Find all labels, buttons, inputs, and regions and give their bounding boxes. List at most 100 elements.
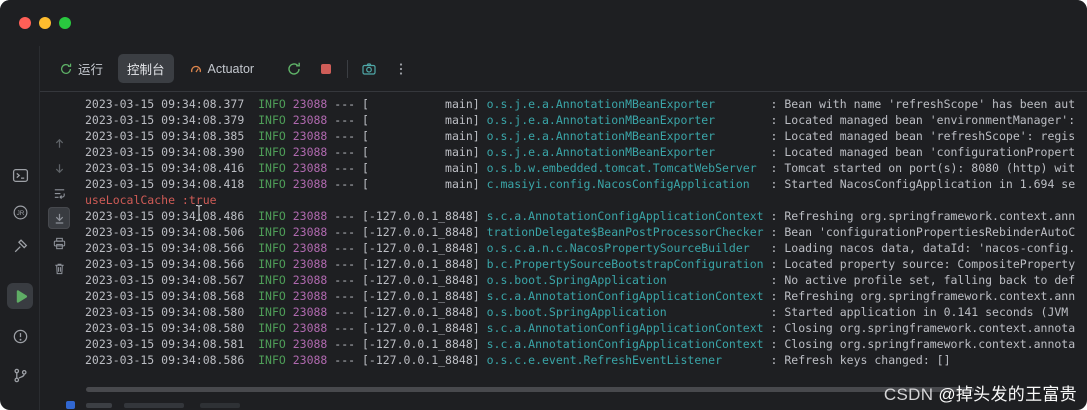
- log-sep: :: [763, 161, 785, 175]
- tab-actuator[interactable]: Actuator: [180, 57, 264, 81]
- log-sep: :: [763, 177, 785, 191]
- log-thread: --- [-127.0.0.1_8848]: [327, 353, 487, 367]
- log-pid: 23088: [292, 161, 328, 175]
- clear-all-icon[interactable]: [48, 257, 70, 279]
- tool-window-stripe: JR: [0, 46, 40, 410]
- log-sep: [286, 305, 293, 319]
- log-logger: b.c.PropertySourceBootstrapConfiguration: [486, 257, 764, 271]
- log-level: INFO: [258, 113, 286, 127]
- log-message: Started application in 0.141 seconds (JV…: [784, 305, 1069, 319]
- log-sep: :: [763, 241, 785, 255]
- log-level: INFO: [258, 209, 286, 223]
- log-timestamp: 2023-03-15 09:34:08.379: [85, 113, 259, 127]
- stop-icon: [321, 63, 332, 74]
- scroll-down-icon[interactable]: [48, 157, 70, 179]
- log-line: 2023-03-15 09:34:08.379 INFO 23088 --- […: [85, 112, 1087, 128]
- build-tool-icon[interactable]: [7, 233, 33, 259]
- run-tool-window-icon[interactable]: [7, 283, 33, 309]
- log-message: Located managed bean 'environmentManager…: [784, 113, 1076, 127]
- log-thread: --- [-127.0.0.1_8848]: [327, 337, 487, 351]
- zoom-window-button[interactable]: [59, 17, 71, 29]
- log-line: 2023-03-15 09:34:08.418 INFO 23088 --- […: [85, 176, 1087, 192]
- tab-run-label: 运行: [78, 63, 104, 77]
- log-timestamp: 2023-03-15 09:34:08.566: [85, 241, 259, 255]
- log-sep: [286, 337, 293, 351]
- log-thread: --- [-127.0.0.1_8848]: [327, 209, 487, 223]
- log-timestamp: 2023-03-15 09:34:08.385: [85, 129, 259, 143]
- log-sep: [286, 273, 293, 287]
- stop-button[interactable]: [315, 58, 337, 80]
- log-thread: --- [ main]: [327, 113, 487, 127]
- problems-icon[interactable]: [7, 323, 33, 349]
- log-timestamp: 2023-03-15 09:34:08.566: [85, 257, 259, 271]
- log-level: INFO: [258, 177, 286, 191]
- log-logger: o.s.j.e.a.AnnotationMBeanExporter: [486, 113, 764, 127]
- log-sep: :: [763, 225, 785, 239]
- log-level: INFO: [258, 289, 286, 303]
- log-logger: trationDelegate$BeanPostProcessorChecker: [486, 225, 764, 239]
- soft-wrap-icon[interactable]: [48, 182, 70, 204]
- horizontal-scrollbar[interactable]: [86, 387, 974, 392]
- log-level: INFO: [258, 241, 286, 255]
- tab-actuator-label: Actuator: [207, 61, 255, 76]
- log-level: INFO: [258, 225, 286, 239]
- log-timestamp: 2023-03-15 09:34:08.580: [85, 305, 259, 319]
- tab-console[interactable]: 控制台: [118, 54, 174, 83]
- log-sep: [286, 321, 293, 335]
- log-pid: 23088: [292, 209, 328, 223]
- log-pid: 23088: [292, 145, 328, 159]
- tab-run[interactable]: 运行: [50, 54, 112, 83]
- scroll-to-end-icon[interactable]: [48, 207, 70, 229]
- log-pid: 23088: [292, 289, 328, 303]
- console-output[interactable]: 2023-03-15 09:34:08.377 INFO 23088 --- […: [78, 92, 1087, 410]
- log-sep: [286, 225, 293, 239]
- log-line: 2023-03-15 09:34:08.506 INFO 23088 --- […: [85, 224, 1087, 240]
- log-thread: --- [-127.0.0.1_8848]: [327, 321, 487, 335]
- log-level: INFO: [258, 353, 286, 367]
- rerun-button[interactable]: [283, 58, 305, 80]
- log-message: Loading nacos data, dataId: 'nacos-confi…: [784, 241, 1076, 255]
- more-options-button[interactable]: [390, 58, 412, 80]
- run-tool-window: 运行 控制台 Actuator 2023-03-15 09:34:08.377 …: [40, 46, 1087, 410]
- thread-dump-button[interactable]: [358, 58, 380, 80]
- log-message: Bean 'configurationPropertiesRebinderAut…: [784, 225, 1076, 239]
- log-pid: 23088: [292, 305, 328, 319]
- log-pid: 23088: [292, 273, 328, 287]
- statusbar-partial-icon: [66, 401, 75, 409]
- log-level: INFO: [258, 257, 286, 271]
- log-sep: [286, 145, 293, 159]
- log-line: 2023-03-15 09:34:08.567 INFO 23088 --- […: [85, 272, 1087, 288]
- print-icon[interactable]: [48, 232, 70, 254]
- log-level: INFO: [258, 305, 286, 319]
- log-timestamp: 2023-03-15 09:34:08.416: [85, 161, 259, 175]
- git-branch-icon[interactable]: [7, 362, 33, 388]
- log-thread: --- [-127.0.0.1_8848]: [327, 241, 487, 255]
- log-timestamp: 2023-03-15 09:34:08.580: [85, 321, 259, 335]
- close-window-button[interactable]: [19, 17, 31, 29]
- run-actions: [283, 58, 412, 80]
- log-message: Refreshing org.springframework.context.a…: [784, 209, 1076, 223]
- log-sep: [286, 289, 293, 303]
- log-logger: o.s.boot.SpringApplication: [486, 305, 764, 319]
- log-pid: 23088: [292, 353, 328, 367]
- log-sep: [286, 113, 293, 127]
- log-sep: :: [763, 113, 785, 127]
- jrebel-icon[interactable]: JR: [7, 199, 33, 225]
- log-sep: :: [763, 129, 785, 143]
- log-level: INFO: [258, 337, 286, 351]
- titlebar: [0, 0, 1087, 46]
- scroll-up-icon[interactable]: [48, 132, 70, 154]
- log-level: INFO: [258, 97, 286, 111]
- log-thread: --- [ main]: [327, 161, 487, 175]
- minimize-window-button[interactable]: [39, 17, 51, 29]
- log-pid: 23088: [292, 113, 328, 127]
- log-line: useLocalCache :true: [85, 192, 1087, 208]
- log-pid: 23088: [292, 257, 328, 271]
- log-sep: [286, 97, 293, 111]
- log-logger: s.c.a.AnnotationConfigApplicationContext: [486, 209, 764, 223]
- terminal-icon[interactable]: [7, 162, 33, 188]
- log-thread: --- [ main]: [327, 145, 487, 159]
- rerun-icon: [61, 63, 72, 74]
- log-sep: [286, 353, 293, 367]
- tab-console-label: 控制台: [127, 63, 165, 77]
